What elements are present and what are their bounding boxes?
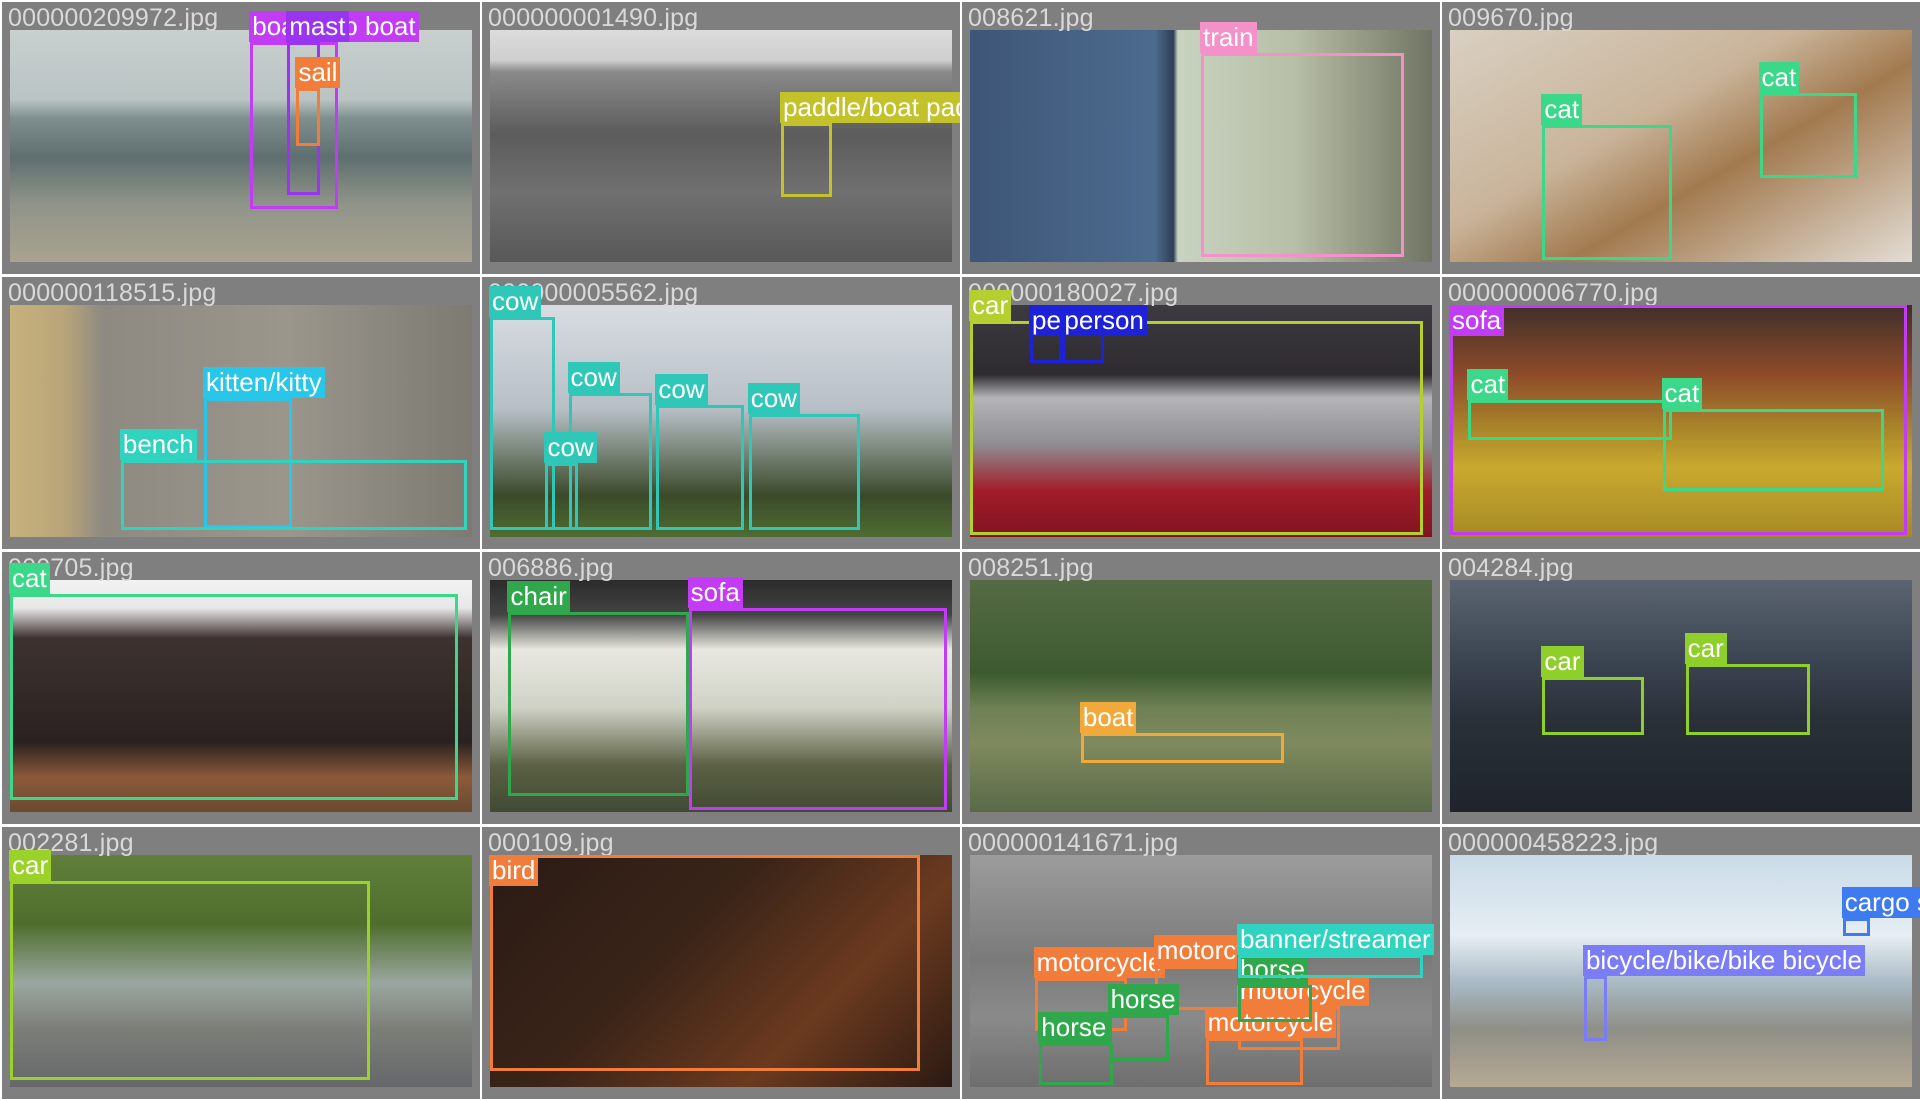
photo-thumbnail [1450, 30, 1912, 262]
mosaic-grid: 000000209972.jpg boat/ship boat mast sail 00… [0, 0, 1920, 1100]
photo-thumbnail [970, 855, 1432, 1087]
photo-thumbnail [490, 305, 952, 537]
filename-label: 000000141671.jpg [968, 829, 1179, 857]
filename-label: 000000458223.jpg [1448, 829, 1659, 857]
image-tile[interactable]: 000000005562.jpg cow cow cow cow cow [482, 277, 960, 549]
image-tile[interactable]: 000705.jpg cat [2, 552, 480, 824]
filename-label: 008251.jpg [968, 554, 1094, 582]
filename-label: 000705.jpg [8, 554, 134, 582]
photo-thumbnail [1450, 580, 1912, 812]
image-tile[interactable]: 008621.jpg train [962, 2, 1440, 274]
photo-thumbnail [10, 305, 472, 537]
photo-thumbnail [1450, 305, 1912, 537]
photo-thumbnail [10, 855, 472, 1087]
filename-label: 000000180027.jpg [968, 279, 1179, 307]
image-tile[interactable]: 000000180027.jpg car person person [962, 277, 1440, 549]
filename-label: 000000005562.jpg [488, 279, 699, 307]
image-tile[interactable]: 006886.jpg chair sofa [482, 552, 960, 824]
image-tile[interactable]: 009670.jpg cat cat [1442, 2, 1920, 274]
filename-label: 009670.jpg [1448, 4, 1574, 32]
image-tile[interactable]: 002281.jpg car [2, 827, 480, 1099]
filename-label: 000000001490.jpg [488, 4, 699, 32]
photo-thumbnail [10, 580, 472, 812]
photo-thumbnail [10, 30, 472, 262]
photo-thumbnail [490, 30, 952, 262]
filename-label: 000000006770.jpg [1448, 279, 1659, 307]
photo-thumbnail [970, 580, 1432, 812]
filename-label: 000000209972.jpg [8, 4, 219, 32]
image-tile[interactable]: 004284.jpg car car [1442, 552, 1920, 824]
filename-label: 000000118515.jpg [8, 279, 217, 307]
filename-label: 008621.jpg [968, 4, 1094, 32]
image-tile[interactable]: 000000001490.jpgpaddle/boat paddle [482, 2, 960, 274]
filename-label: 002281.jpg [8, 829, 134, 857]
filename-label: 004284.jpg [1448, 554, 1574, 582]
image-tile[interactable]: 000000458223.jpgcargo shipbicycle/bike/b… [1442, 827, 1920, 1099]
photo-thumbnail [490, 855, 952, 1087]
image-tile[interactable]: 000000006770.jpg sofa cat cat [1442, 277, 1920, 549]
image-tile[interactable]: 008251.jpg boat [962, 552, 1440, 824]
photo-thumbnail [490, 580, 952, 812]
filename-label: 006886.jpg [488, 554, 614, 582]
photo-thumbnail [1450, 855, 1912, 1087]
image-tile[interactable]: 000000118515.jpg kitten/kitty bench [2, 277, 480, 549]
photo-thumbnail [970, 305, 1432, 537]
image-tile[interactable]: 000000141671.jpg motorcycle motorcycle moto… [962, 827, 1440, 1099]
image-tile[interactable]: 000000209972.jpg boat/ship boat mast sail [2, 2, 480, 274]
filename-label: 000109.jpg [488, 829, 614, 857]
image-tile[interactable]: 000109.jpg bird [482, 827, 960, 1099]
photo-thumbnail [970, 30, 1432, 262]
